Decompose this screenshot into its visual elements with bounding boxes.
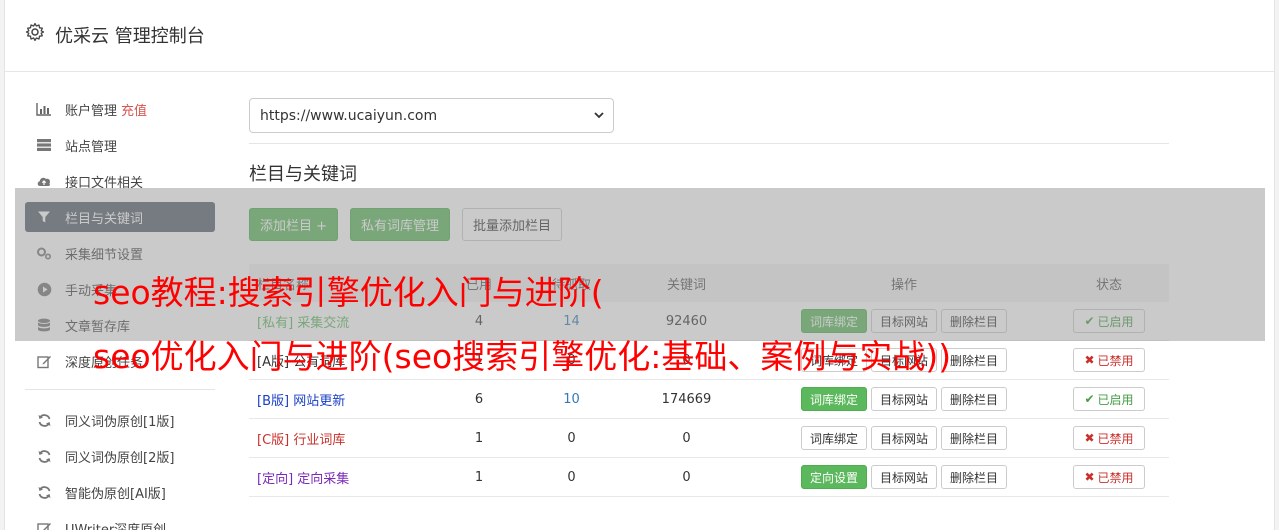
- row-ops: 定向设置 目标网站 删除栏目: [759, 465, 1049, 489]
- row-col1: 6: [474, 391, 484, 407]
- site-select-value: https://www.ucaiyun.com: [260, 107, 438, 124]
- row-column-name: 定向采集: [297, 471, 350, 487]
- sidebar-item-synonym-v2[interactable]: 同义词伪原创[2版]: [25, 441, 215, 471]
- refresh-icon: [35, 483, 53, 501]
- refresh-icon: [35, 411, 53, 429]
- gear-icon: [25, 22, 45, 42]
- status-toggle-button[interactable]: ✖ 已禁用: [1073, 348, 1145, 372]
- sidebar-item-label: 同义词伪原创[2版]: [65, 450, 175, 466]
- top-bar: 优采云 管理控制台: [5, 0, 1274, 72]
- target-site-button[interactable]: 目标网站: [870, 426, 937, 450]
- sidebar-item-account[interactable]: 账户管理 充值: [25, 94, 215, 124]
- divider: [249, 143, 1169, 144]
- sidebar-item-sites[interactable]: 站点管理: [25, 130, 215, 160]
- row-name[interactable]: [B版] 网站更新: [249, 390, 429, 409]
- row-col3: 174669: [661, 391, 712, 407]
- row-col3: 0: [682, 469, 691, 485]
- check-icon: ✔: [1084, 392, 1095, 406]
- section-title: 栏目与关键词: [249, 164, 357, 185]
- row-name[interactable]: [C版] 行业词库: [249, 429, 429, 448]
- table-row: [定向] 定向采集 1 0 0 定向设置 目标网站 删除栏目 ✖ 已禁用: [249, 458, 1169, 497]
- server-icon: [35, 136, 53, 154]
- sidebar-item-label: 同义词伪原创[1版]: [65, 414, 175, 430]
- sidebar-item-label: 智能伪原创[AI版]: [65, 486, 166, 502]
- bind-lexicon-button[interactable]: 词库绑定: [800, 387, 867, 411]
- status-toggle-button[interactable]: ✔已启用: [1073, 387, 1145, 411]
- row-column-name: 网站更新: [293, 393, 346, 409]
- row-ops: 词库绑定目标网站删除栏目: [759, 426, 1049, 450]
- app-title: 优采云 管理控制台: [55, 26, 205, 47]
- sidebar-item-ai-rewrite[interactable]: 智能伪原创[AI版]: [25, 477, 215, 507]
- row-col2: 10: [563, 391, 580, 407]
- table-row: [B版] 网站更新 6 10 174669 词库绑定 目标网站 删除栏目 ✔ 已启用: [249, 380, 1169, 419]
- row-name[interactable]: [定向] 定向采集: [249, 468, 429, 487]
- sidebar-item-label: UWriter深度原创: [65, 522, 167, 530]
- status-label: 已启用: [1097, 392, 1134, 407]
- close-icon: ✖: [1084, 353, 1095, 367]
- row-col1: 1: [474, 469, 484, 485]
- target-site-button[interactable]: 目标网站: [870, 387, 937, 411]
- close-icon: ✖: [1084, 431, 1095, 445]
- watermark-line-2: seo优化入门与进阶(seo搜索引擎优化:基础、案例与实战)): [93, 337, 952, 376]
- row-tag: [B版]: [257, 393, 290, 409]
- sidebar-divider: [25, 389, 215, 390]
- bind-lexicon-button[interactable]: 词库绑定: [800, 426, 867, 450]
- refresh-icon: [35, 447, 53, 465]
- delete-column-button[interactable]: 删除栏目: [941, 426, 1008, 450]
- close-icon: ✖: [1084, 470, 1095, 484]
- bar-chart-icon: [35, 100, 53, 118]
- row-column-name: 行业词库: [293, 432, 346, 448]
- bind-lexicon-button[interactable]: 定向设置: [800, 465, 867, 489]
- row-ops: 词库绑定目标网站删除栏目: [759, 387, 1049, 411]
- row-col3: 0: [682, 430, 691, 446]
- row-tag: [定向]: [257, 471, 294, 487]
- row-col2: 0: [567, 469, 576, 485]
- status-label: 已禁用: [1097, 431, 1134, 446]
- gray-overlay: [15, 188, 1265, 341]
- status-toggle-button[interactable]: ✖ 已禁用: [1073, 465, 1145, 489]
- delete-column-button[interactable]: 删除栏目: [941, 465, 1008, 489]
- status-label: 已禁用: [1097, 470, 1134, 485]
- sidebar-item-synonym-v1[interactable]: 同义词伪原创[1版]: [25, 405, 215, 435]
- delete-column-button[interactable]: 删除栏目: [941, 387, 1008, 411]
- watermark-line-1: seo教程:搜索引擎优化入门与进阶(: [93, 273, 604, 312]
- site-select[interactable]: https://www.ucaiyun.com: [249, 98, 614, 133]
- chevron-down-icon: [594, 112, 604, 119]
- row-status: ✔已启用: [1049, 387, 1169, 411]
- row-col1: 1: [474, 430, 484, 446]
- row-status: ✖ 已禁用: [1049, 348, 1169, 372]
- recharge-link[interactable]: 充值: [121, 100, 147, 119]
- row-tag: [C版]: [257, 432, 290, 448]
- row-status: ✖ 已禁用: [1049, 426, 1169, 450]
- status-toggle-button[interactable]: ✖ 已禁用: [1073, 426, 1145, 450]
- row-status: ✖ 已禁用: [1049, 465, 1169, 489]
- table-row: [C版] 行业词库 1 0 0 词库绑定 目标网站 删除栏目 ✖ 已禁用: [249, 419, 1169, 458]
- edit-icon: [35, 352, 53, 370]
- edit-icon: [35, 519, 53, 530]
- target-site-button[interactable]: 目标网站: [870, 465, 937, 489]
- status-label: 已禁用: [1097, 353, 1134, 368]
- sidebar-item-uwriter[interactable]: UWriter深度原创: [25, 513, 215, 530]
- sidebar-item-label: 账户管理: [65, 103, 118, 119]
- sidebar-item-label: 站点管理: [65, 139, 118, 155]
- row-col2: 0: [567, 430, 576, 446]
